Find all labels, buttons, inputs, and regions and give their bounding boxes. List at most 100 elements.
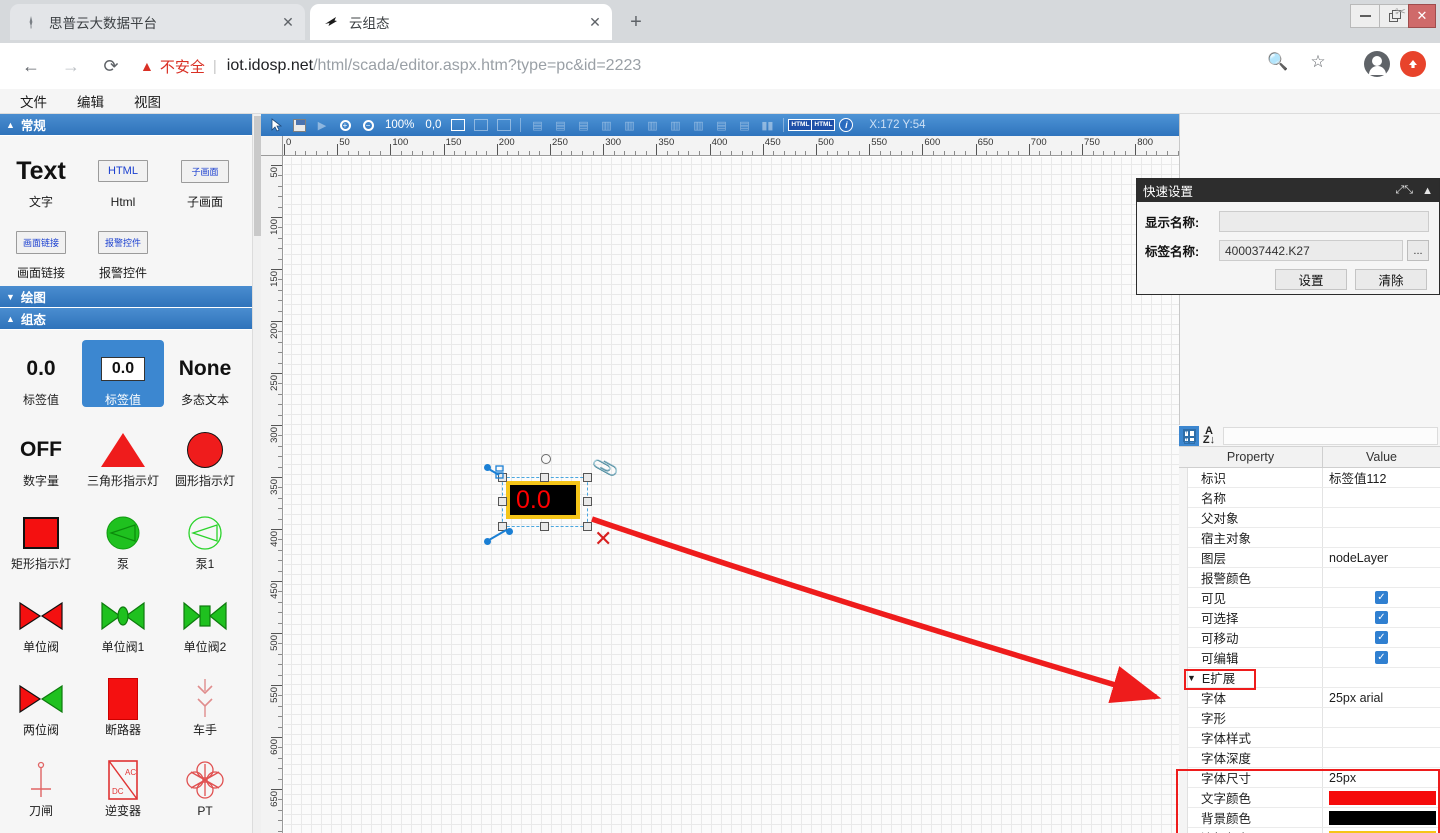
property-value[interactable]	[1323, 788, 1440, 807]
align-bottom-icon[interactable]: ▤	[734, 116, 754, 134]
distribute-vert-icon[interactable]: ▮▮	[757, 116, 777, 134]
palette-item-subscreen[interactable]: 子画面 子画面	[164, 142, 246, 209]
same-height-icon[interactable]: ▥	[665, 116, 685, 134]
property-row[interactable]: 名称	[1179, 488, 1440, 508]
property-row[interactable]: 图层nodeLayer	[1179, 548, 1440, 568]
property-search-field[interactable]	[1223, 427, 1438, 445]
palette-section-general[interactable]: ▲ 常规	[0, 114, 260, 136]
back-button[interactable]: ←	[14, 49, 48, 83]
resize-handle-w[interactable]	[498, 497, 507, 506]
property-value[interactable]: ✓	[1323, 648, 1440, 667]
clear-button[interactable]: 清除	[1355, 269, 1427, 290]
resize-handle-s[interactable]	[540, 522, 549, 531]
palette-item-alarm-widget[interactable]: 报警控件 报警控件	[82, 213, 164, 280]
property-value[interactable]: 标签值112	[1323, 468, 1440, 487]
property-row[interactable]: 字体25px arial	[1179, 688, 1440, 708]
browser-tab-0[interactable]: 思普云大数据平台 ✕	[10, 4, 305, 40]
design-canvas[interactable]: 0.0	[284, 157, 1179, 833]
palette-item-unit-valve1[interactable]: 单位阀1	[82, 587, 164, 654]
palette-item-screen-link[interactable]: 画面链接 画面链接	[0, 213, 82, 280]
palette-item-unit-valve2[interactable]: 单位阀2	[164, 587, 246, 654]
delete-x-icon[interactable]: ✕	[594, 526, 612, 552]
menu-view[interactable]: 视图	[124, 91, 171, 111]
new-tab-button[interactable]: +	[622, 9, 650, 37]
zoom-out-icon[interactable]: −	[358, 116, 378, 134]
collapse-icon[interactable]: ⤢⤡	[1396, 184, 1414, 197]
zoom-out-icon[interactable]: 🔍	[1264, 48, 1292, 76]
palette-item-multistate-text[interactable]: None 多态文本	[164, 340, 246, 407]
palette-item-pump1[interactable]: 泵1	[164, 504, 246, 571]
reload-button[interactable]: ⟳	[94, 49, 128, 83]
palette-item-handcart[interactable]: 车手	[164, 670, 246, 737]
window-close-button[interactable]: ✕	[1408, 4, 1436, 28]
browser-tab-1-close[interactable]: ✕	[586, 13, 604, 31]
property-checkbox[interactable]: ✓	[1375, 591, 1388, 604]
resize-handle-se[interactable]	[583, 522, 592, 531]
bookmark-star-icon[interactable]: ☆	[1304, 48, 1332, 76]
categorized-view-icon[interactable]: ++	[1179, 426, 1199, 446]
same-width-icon[interactable]: ▥	[642, 116, 662, 134]
apply-button[interactable]: 设置	[1275, 269, 1347, 290]
palette-item-tag-value-box[interactable]: 0.0 标签值	[82, 340, 164, 407]
extension-icon[interactable]	[1400, 51, 1426, 77]
palette-item-circle-indicator[interactable]: 圆形指示灯	[164, 421, 246, 488]
property-row[interactable]: 字体深度	[1179, 748, 1440, 768]
minimize-caret-icon[interactable]: ▲	[1422, 185, 1433, 197]
menu-file[interactable]: 文件	[10, 91, 57, 111]
attachment-clip-icon[interactable]: 📎	[591, 453, 621, 484]
palette-item-unit-valve[interactable]: 单位阀	[0, 587, 82, 654]
align-left-icon[interactable]: ▤	[527, 116, 547, 134]
menu-edit[interactable]: 编辑	[67, 91, 114, 111]
property-row[interactable]: 可移动✓	[1179, 628, 1440, 648]
url-omnibox[interactable]: ▲ 不安全 | iot.idosp.net /html/scada/editor…	[140, 52, 1270, 80]
palette-item-pt[interactable]: PT	[164, 751, 246, 818]
property-value[interactable]: 25px arial	[1323, 688, 1440, 707]
resize-handle-ne[interactable]	[583, 473, 592, 482]
property-value[interactable]	[1323, 568, 1440, 587]
property-row[interactable]: ▼E扩展	[1179, 668, 1440, 688]
property-value[interactable]	[1323, 708, 1440, 727]
property-value[interactable]: 25px	[1323, 768, 1440, 787]
palette-scrollbar[interactable]	[252, 114, 261, 833]
distribute-v-icon[interactable]: ▥	[619, 116, 639, 134]
property-value[interactable]	[1323, 808, 1440, 827]
palette-item-breaker[interactable]: 断路器	[82, 670, 164, 737]
property-value[interactable]	[1323, 528, 1440, 547]
group-caret-icon[interactable]: ▼	[1187, 673, 1196, 683]
group-icon[interactable]	[471, 116, 491, 134]
ungroup-icon[interactable]	[494, 116, 514, 134]
palette-scrollbar-thumb[interactable]	[254, 116, 261, 236]
resize-handle-n[interactable]	[540, 473, 549, 482]
property-value[interactable]: ✓	[1323, 628, 1440, 647]
palette-item-digital-value[interactable]: OFF 数字量	[0, 421, 82, 488]
color-swatch[interactable]	[1329, 811, 1436, 825]
tag-value-node[interactable]: 0.0	[506, 481, 580, 519]
palette-item-rect-indicator[interactable]: 矩形指示灯	[0, 504, 82, 571]
palette-section-configuration[interactable]: ▲ 组态	[0, 308, 260, 330]
fit-screen-icon[interactable]	[448, 116, 468, 134]
property-value[interactable]	[1323, 828, 1440, 833]
profile-avatar-icon[interactable]	[1364, 51, 1390, 77]
property-checkbox[interactable]: ✓	[1375, 631, 1388, 644]
select-arrow-icon[interactable]	[266, 116, 286, 134]
property-value[interactable]: ✓	[1323, 588, 1440, 607]
property-row[interactable]: 可见✓	[1179, 588, 1440, 608]
property-row[interactable]: 背景颜色	[1179, 808, 1440, 828]
color-swatch[interactable]	[1329, 791, 1436, 805]
palette-item-disconnector[interactable]: 刀闸	[0, 751, 82, 818]
property-row[interactable]: 边框颜色	[1179, 828, 1440, 833]
link-anchor-bottom-dot2[interactable]	[506, 528, 513, 535]
tag-name-input[interactable]	[1219, 240, 1403, 261]
property-row[interactable]: 可选择✓	[1179, 608, 1440, 628]
property-row[interactable]: 字形	[1179, 708, 1440, 728]
property-value[interactable]	[1323, 728, 1440, 747]
run-icon[interactable]: ▶	[312, 116, 332, 134]
property-checkbox[interactable]: ✓	[1375, 651, 1388, 664]
rotate-handle[interactable]	[541, 454, 551, 464]
palette-item-tag-value[interactable]: 0.0 标签值	[0, 340, 82, 407]
html-import-icon[interactable]: HTML	[813, 116, 833, 134]
property-value[interactable]	[1323, 748, 1440, 767]
property-value[interactable]: ✓	[1323, 608, 1440, 627]
info-icon[interactable]: i	[836, 116, 856, 134]
property-value[interactable]	[1323, 488, 1440, 507]
